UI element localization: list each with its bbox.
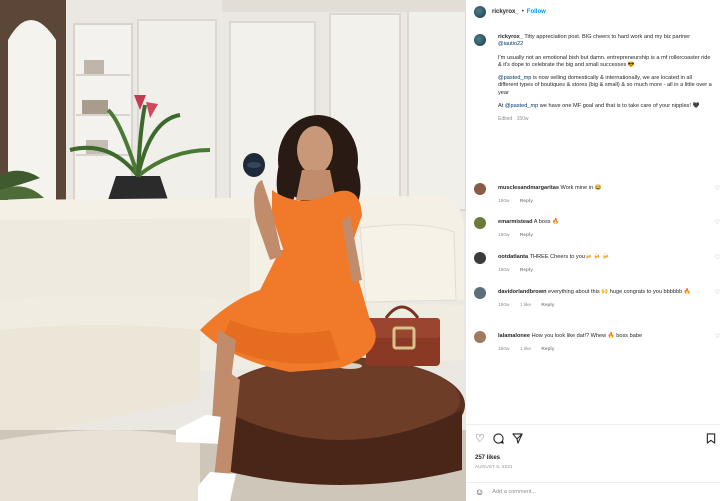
smiley-icon[interactable]: ☺ [475,487,484,497]
comment-item: musclesandmargaritas Work mine in 😂 150w… [474,183,720,205]
post-header: rickyrox_ • Follow [466,0,720,24]
post-details-panel: rickyrox_ • Follow rickyrox_ Titty appre… [466,0,720,501]
comment-time: 150w [498,268,510,273]
comment-item: emarmistead A boss 🔥 150w Reply ♡ [474,217,720,239]
caption-author-avatar[interactable] [474,34,486,46]
comment-like-heart-icon[interactable]: ♡ [715,290,720,297]
comment-text: How you look like dat!? Whew 🔥 boss babe [531,333,643,339]
comment-item: lalamalonee How you look like dat!? Whew… [474,331,720,353]
caption-username[interactable]: rickyrox_ [498,34,523,40]
post-date: AUGUST 6, 2021 [475,464,513,469]
add-comment-input[interactable] [492,489,693,495]
comment-username[interactable]: musclesandmargaritas [498,185,559,191]
caption-time: 150w [516,116,529,123]
comment-username[interactable]: davidorlandbrown [498,289,546,295]
comment-avatar[interactable] [474,183,486,195]
author-username[interactable]: rickyrox_ [492,9,519,15]
comment-avatar[interactable] [474,287,486,299]
reply-button[interactable]: Reply [541,303,554,308]
post-actions: ♡ 257 likes AUGUST 6, 2021 [466,424,720,490]
comment-text: A boss 🔥 [533,219,560,225]
post-photo[interactable] [0,0,466,501]
comment-text: everything about this 🙌 huge congrats to… [548,289,691,295]
comment-likes[interactable]: 1 like [520,347,531,352]
comment-username[interactable]: ootdatlanta [498,254,528,260]
caption-mention-brand-2[interactable]: @pasted_mp [505,103,538,109]
add-comment-bar: ☺ [466,482,720,501]
paper-plane-icon[interactable] [512,433,523,447]
comment-time: 150w [498,199,510,204]
comment-icon[interactable] [493,433,504,447]
comment-likes[interactable]: 1 like [520,303,531,308]
comment-avatar[interactable] [474,217,486,229]
reply-button[interactable]: Reply [520,268,533,273]
likes-count[interactable]: 257 likes [475,455,500,461]
comment-time: 150w [498,233,510,238]
author-avatar[interactable] [474,6,486,18]
caption-mention-brand[interactable]: @pasted_mp [498,75,531,81]
caption-intro: Titty appreciation post. BIG cheers to h… [524,34,691,40]
post-image [0,0,466,501]
comment-avatar[interactable] [474,331,486,343]
comment-time: 150w [498,347,510,352]
comment-item: davidorlandbrown everything about this 🙌… [474,287,720,309]
reply-button[interactable]: Reply [541,347,554,352]
comment-text: THREE Cheers to you🍻 🍻 🍻 [529,254,609,260]
comment-like-heart-icon[interactable]: ♡ [715,220,720,227]
comment-username[interactable]: lalamalonee [498,333,530,339]
caption-edited: Edited [498,116,513,123]
comment-avatar[interactable] [474,252,486,264]
comment-text: Work mine in 😂 [560,185,602,191]
post-caption: rickyrox_ Titty appreciation post. BIG c… [474,34,718,124]
caption-paragraph-2: I'm usually not an emotional bish but da… [498,54,711,68]
bookmark-icon[interactable] [706,433,716,447]
comment-item: ootdatlanta THREE Cheers to you🍻 🍻 🍻 150… [474,252,720,274]
header-separator: • [521,9,524,15]
comment-username[interactable]: emarmistead [498,219,533,225]
caption-para4-pre: At [498,103,504,110]
comment-time: 150w [498,303,510,308]
caption-paragraph-3: is now selling domestically & internatio… [498,75,712,96]
comment-like-heart-icon[interactable]: ♡ [715,334,720,341]
comment-like-heart-icon[interactable]: ♡ [715,255,720,262]
follow-button[interactable]: Follow [527,9,546,15]
reply-button[interactable]: Reply [520,199,533,204]
caption-para4-post: we have one MF goal and that is to take … [539,103,700,110]
heart-icon[interactable]: ♡ [475,433,485,447]
caption-mention-partner[interactable]: @iautio22 [498,41,523,47]
caption-body: rickyrox_ Titty appreciation post. BIG c… [498,34,712,124]
reply-button[interactable]: Reply [520,233,533,238]
caption-meta: Edited 150w [498,116,712,123]
comment-like-heart-icon[interactable]: ♡ [715,186,720,193]
